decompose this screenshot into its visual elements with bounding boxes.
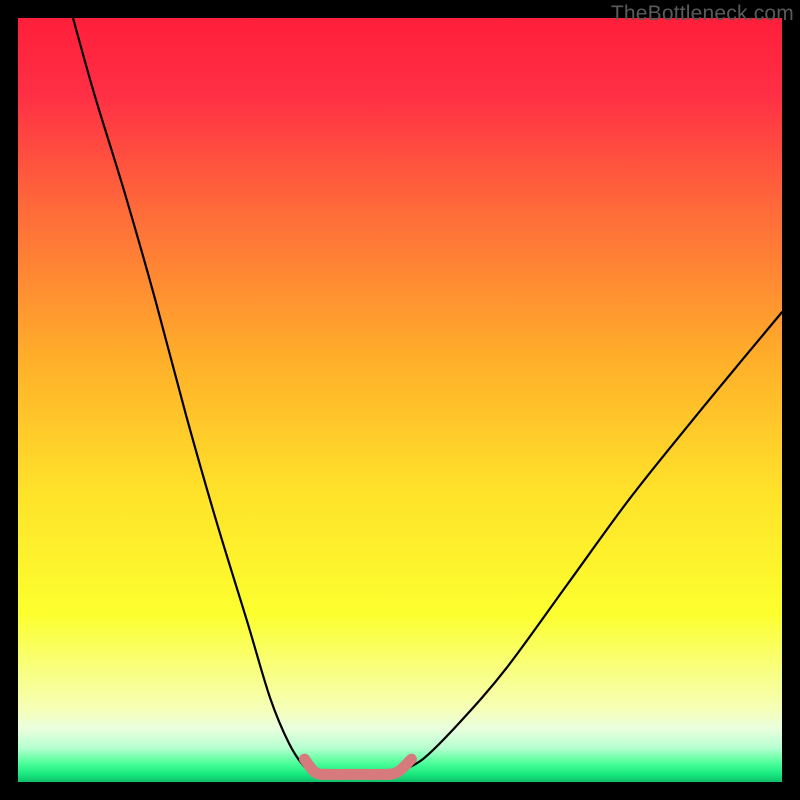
chart-frame bbox=[18, 18, 782, 782]
chart-svg bbox=[18, 18, 782, 782]
watermark-text: TheBottleneck.com bbox=[611, 2, 794, 26]
gradient-background bbox=[18, 18, 782, 782]
